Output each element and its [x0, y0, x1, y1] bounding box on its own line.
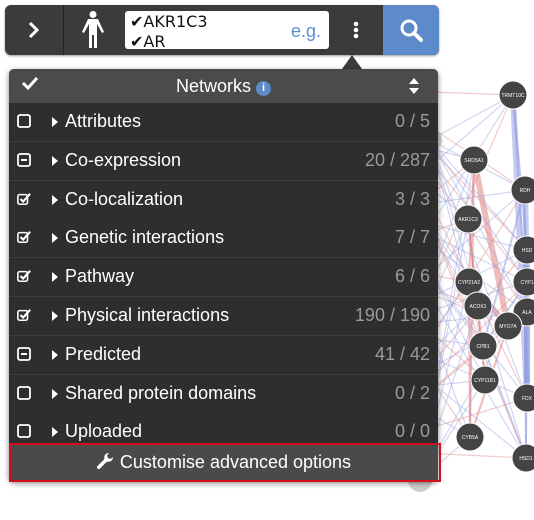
expand-sidebar-button[interactable] [5, 5, 63, 55]
network-group-count: 41 / 42 [374, 343, 430, 364]
network-group-row[interactable]: Co-localization 3 / 3 [9, 180, 438, 220]
network-group-label: Predicted [65, 343, 142, 364]
network-group-count: 7 / 7 [394, 227, 430, 248]
checkbox-checked-icon[interactable] [17, 230, 31, 244]
vertical-dots-icon [353, 21, 359, 39]
expand-arrow-icon[interactable] [52, 272, 58, 283]
network-group-row[interactable]: Physical interactions 190 / 190 [9, 297, 438, 336]
graph-node[interactable]: CYP11B1 [470, 365, 500, 395]
gene-query-input[interactable]: ✔AKR1C3 ✔AR e.g. [125, 11, 329, 49]
expand-arrow-icon[interactable] [52, 311, 58, 321]
expand-arrow-icon[interactable] [52, 233, 58, 244]
wrench-icon [96, 447, 114, 482]
expand-arrow-icon[interactable] [52, 388, 58, 399]
checkbox-unchecked-icon[interactable] [17, 114, 31, 128]
customise-advanced-options-button[interactable]: Customise advanced options [9, 444, 438, 480]
network-group-count: 0 / 2 [394, 382, 430, 403]
graph-node-label: CYP11B1 [474, 378, 496, 384]
organism-selector-button[interactable] [64, 5, 122, 55]
graph-node-label: HSD [522, 248, 533, 254]
top-toolbar: ✔AKR1C3 ✔AR e.g. [5, 5, 439, 55]
graph-node-label: HSD1 [519, 456, 533, 462]
graph-node[interactable]: FDX [512, 383, 534, 413]
network-group-row[interactable]: Shared protein domains 0 / 2 [9, 374, 438, 414]
network-group-count: 6 / 6 [394, 266, 430, 287]
expand-arrow-icon[interactable] [52, 155, 58, 166]
network-group-row[interactable]: Attributes 0 / 5 [9, 103, 438, 142]
network-group-row[interactable]: Genetic interactions 7 / 7 [9, 219, 438, 259]
expand-arrow-icon[interactable] [52, 117, 58, 127]
graph-node-label: MYO7A [499, 324, 517, 330]
network-group-label: Co-expression [65, 149, 182, 170]
network-group-label: Genetic interactions [65, 227, 225, 248]
graph-node-label: TRMT10C [501, 93, 524, 99]
networks-panel-header: Networks i [9, 69, 438, 103]
human-figure-icon [82, 11, 104, 48]
graph-node-label: CPB1 [476, 344, 489, 350]
network-group-label: Attributes [65, 111, 142, 131]
network-group-count: 0 / 0 [394, 421, 430, 442]
checkbox-checked-icon[interactable] [17, 308, 31, 322]
graph-node[interactable]: CPB1 [468, 331, 498, 361]
graph-node-label: ACOX1 [470, 304, 487, 310]
expand-arrow-icon[interactable] [52, 194, 58, 205]
graph-node-label: CYP21A2 [458, 280, 480, 286]
query-example-link[interactable]: e.g. [291, 21, 321, 42]
graph-node-label: CYB5A [462, 435, 479, 441]
graph-node[interactable]: HSD [512, 235, 534, 265]
network-group-label: Co-localization [65, 188, 184, 209]
graph-node[interactable]: HSD1 [511, 443, 534, 473]
graph-node-label: RDH [520, 188, 531, 194]
query-gene-1: ✔AKR1C3 [130, 12, 208, 31]
checkbox-checked-icon[interactable] [17, 192, 31, 206]
network-group-row[interactable]: Co-expression 20 / 287 [9, 141, 438, 181]
graph-node-label: SRD5A1 [464, 158, 484, 164]
graph-node[interactable]: ACOX1 [463, 291, 493, 321]
graph-node[interactable]: RDH [510, 175, 534, 205]
graph-node[interactable]: CYB5A [455, 422, 485, 452]
graph-node-label: CYP1 [520, 280, 533, 286]
info-icon[interactable]: i [256, 81, 271, 96]
network-group-row[interactable]: Predicted 41 / 42 [9, 335, 438, 375]
query-gene-2: ✔AR [130, 32, 166, 49]
network-group-count: 3 / 3 [394, 188, 430, 209]
sort-icon[interactable] [408, 77, 420, 100]
graph-node[interactable]: MYO7A [493, 311, 523, 341]
graph-node[interactable]: AKR1C3 [453, 204, 483, 234]
network-group-label: Shared protein domains [65, 382, 257, 403]
chevron-right-icon [28, 21, 40, 39]
network-group-count: 190 / 190 [354, 305, 430, 325]
checkbox-unchecked-icon[interactable] [17, 385, 31, 400]
checkbox-checked-icon[interactable] [17, 269, 31, 283]
network-group-label: Physical interactions [65, 305, 230, 325]
graph-node-label: FDX [522, 396, 533, 402]
graph-node[interactable]: TRMT10C [498, 80, 528, 110]
graph-node[interactable]: SRD5A1 [459, 145, 489, 175]
expand-arrow-icon[interactable] [52, 427, 58, 438]
checkbox-partial-icon[interactable] [17, 346, 31, 361]
search-icon [400, 19, 423, 42]
network-group-count: 0 / 5 [394, 111, 430, 131]
networks-title[interactable]: Networks i [9, 76, 438, 97]
networks-panel: Networks i Attributes 0 / 5 Co-expression 20… [9, 69, 438, 481]
network-group-row[interactable]: Pathway 6 / 6 [9, 258, 438, 298]
expand-arrow-icon[interactable] [52, 349, 58, 360]
checkbox-unchecked-icon[interactable] [17, 424, 31, 439]
network-group-count: 20 / 287 [364, 149, 430, 170]
graph-node-label: AKR1C3 [458, 217, 478, 223]
network-group-label: Pathway [65, 266, 135, 287]
network-group-label: Uploaded [65, 421, 143, 442]
panel-pointer [342, 55, 362, 69]
options-menu-button[interactable] [331, 5, 381, 55]
search-button[interactable] [383, 5, 439, 55]
checkbox-partial-icon[interactable] [17, 152, 31, 167]
graph-node-label: ALA [522, 310, 532, 316]
